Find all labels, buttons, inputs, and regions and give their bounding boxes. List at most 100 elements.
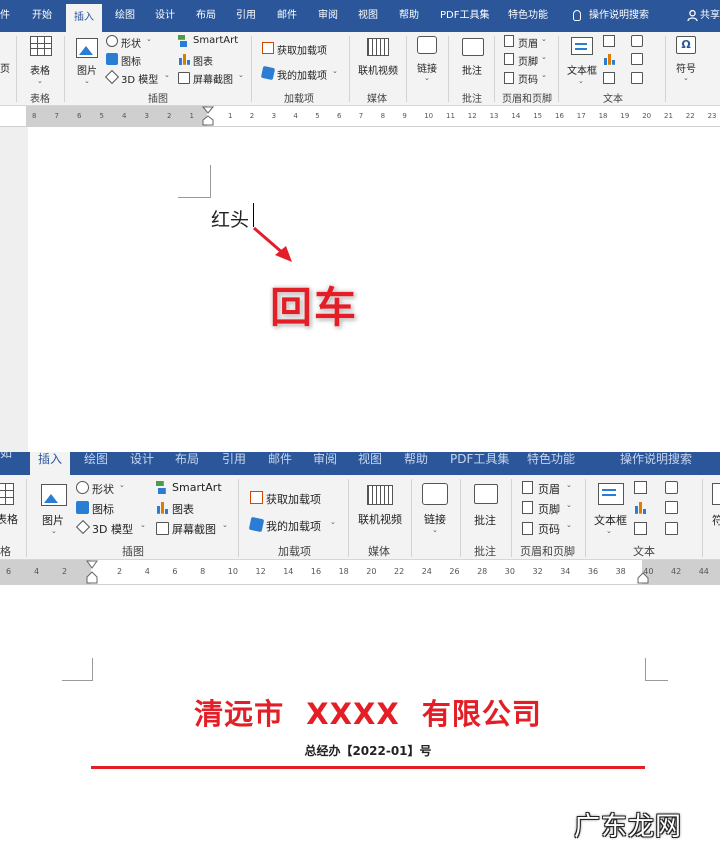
tab-design-cut[interactable]: 设计 xyxy=(130,452,154,475)
ruler-tick-label: 34 xyxy=(560,567,571,576)
tab-draw[interactable]: 绘图 xyxy=(115,0,135,32)
icons-button[interactable]: 图标 xyxy=(121,53,141,68)
tab-layout-cut[interactable]: 布局 xyxy=(175,452,199,475)
tell-me-search[interactable]: 操作说明搜索 xyxy=(589,0,649,32)
tab-references[interactable]: 引用 xyxy=(236,0,256,32)
tell-me-search-cut[interactable]: 操作说明搜索 xyxy=(620,452,692,475)
ruler-tick-label: 23 xyxy=(707,112,717,120)
tab-review[interactable]: 审阅 xyxy=(318,0,338,32)
share-button[interactable]: 共享 xyxy=(700,0,720,32)
tab-draw-cut[interactable]: 绘图 xyxy=(84,452,108,475)
table-button[interactable]: 表格 xyxy=(30,62,50,77)
link-button[interactable]: 链接 xyxy=(424,511,446,527)
cube-icon xyxy=(104,69,120,85)
link-button[interactable]: 链接 xyxy=(417,60,437,75)
quickparts-icon xyxy=(603,35,615,47)
ruler-tick-label: 2 xyxy=(117,567,123,576)
ruler-tick-label: 17 xyxy=(576,112,586,120)
picture-button[interactable]: 图片 xyxy=(77,62,97,77)
tab-file[interactable]: 件 xyxy=(0,0,10,32)
ruler-tick-label: 26 xyxy=(449,567,460,576)
document-page-top[interactable]: 红头 回车 xyxy=(0,127,720,452)
symbol-button[interactable]: 符号 xyxy=(676,60,696,75)
dropcap-icon xyxy=(634,522,647,535)
horizontal-ruler-bottom[interactable]: 6 4 2 2 4 6 8 10 12 14 16 18 20 22 24 26 28 30 32 34 36 38 40 4… xyxy=(0,560,720,585)
comment-button[interactable]: 批注 xyxy=(462,62,482,77)
tab-review-cut[interactable]: 审阅 xyxy=(313,452,337,475)
horizontal-ruler[interactable]: 8 7 6 5 4 3 2 1 1 2 3 4 5 6 7 8 9 10 11 12 13 14 15 16 17 18 19 20 2… xyxy=(0,106,720,127)
header-icon xyxy=(522,481,533,494)
3d-model-button[interactable]: 3D 模型 xyxy=(92,521,133,537)
share-person-icon xyxy=(687,10,698,21)
footer-button[interactable]: 页脚 xyxy=(538,501,560,517)
tab-insert[interactable]: 插入 xyxy=(66,4,102,32)
tab-mailings-cut[interactable]: 邮件 xyxy=(268,452,292,475)
tab-help-cut[interactable]: 帮助 xyxy=(404,452,428,475)
icons-button[interactable]: 图标 xyxy=(92,501,114,517)
ruler-tick-label: 7 xyxy=(358,112,364,120)
tab-pdf-tools[interactable]: PDF工具集 xyxy=(440,0,489,32)
tab-special-cut[interactable]: 特色功能 xyxy=(527,452,575,475)
dropcap-icon xyxy=(603,72,615,84)
online-video-button[interactable]: 联机视频 xyxy=(358,511,402,527)
header-button[interactable]: 页眉 xyxy=(518,35,538,50)
ruler-tick-label: 19 xyxy=(620,112,630,120)
online-video-button[interactable]: 联机视频 xyxy=(358,62,398,77)
ruler-tick-label: 8 xyxy=(32,112,37,120)
indent-marker-icon[interactable] xyxy=(202,106,214,126)
my-addins-button[interactable]: 我的加载项 xyxy=(277,67,327,82)
tab-view[interactable]: 视图 xyxy=(358,0,378,32)
chart-button[interactable]: 图表 xyxy=(193,53,213,68)
indent-marker-icon[interactable] xyxy=(86,560,98,584)
ruler-tick-label: 20 xyxy=(366,567,377,576)
tab-design[interactable]: 设计 xyxy=(155,0,175,32)
page-number-button[interactable]: 页码 xyxy=(538,521,560,537)
ruler-tick-label: 1 xyxy=(189,112,194,120)
chart-button[interactable]: 图表 xyxy=(172,501,194,517)
tab-special[interactable]: 特色功能 xyxy=(508,0,548,32)
page-number-button[interactable]: 页码 xyxy=(518,71,538,86)
screenshot-button[interactable]: 屏幕截图 xyxy=(172,521,216,537)
textbox-button[interactable]: 文本框 xyxy=(567,62,597,77)
tab-layout[interactable]: 布局 xyxy=(196,0,216,32)
textbox-button[interactable]: 文本框 xyxy=(594,512,627,528)
tab-insert-cut[interactable]: 插入 xyxy=(30,452,71,475)
ruler-tick-label: 10 xyxy=(227,567,238,576)
shapes-button[interactable]: 形状 xyxy=(92,481,114,497)
table-button[interactable]: 表格 xyxy=(0,511,18,527)
symbol-button-cut[interactable]: 符 xyxy=(712,512,720,528)
smartart-button[interactable]: SmartArt xyxy=(193,35,238,46)
tab-home[interactable]: 开始 xyxy=(32,0,52,32)
header-button[interactable]: 页眉 xyxy=(538,481,560,497)
ruler-tick-label: 12 xyxy=(255,567,266,576)
object-icon xyxy=(631,72,643,84)
tab-mailings[interactable]: 邮件 xyxy=(277,0,297,32)
get-addins-button[interactable]: 获取加载项 xyxy=(277,42,327,57)
ruler-tick-label: 6 xyxy=(337,112,342,120)
footer-button[interactable]: 页脚 xyxy=(518,53,538,68)
shapes-button[interactable]: 形状 xyxy=(121,35,141,50)
picture-button[interactable]: 图片 xyxy=(42,512,64,528)
3d-model-button[interactable]: 3D 模型 xyxy=(121,71,158,86)
tab-view-cut[interactable]: 视图 xyxy=(358,452,382,475)
textbox-icon xyxy=(598,483,624,505)
ruler-tick-label: 32 xyxy=(532,567,543,576)
smartart-button[interactable]: SmartArt xyxy=(172,481,222,494)
group-illustrations-label: 插图 xyxy=(148,94,168,105)
ruler-tick-label: 13 xyxy=(489,112,499,120)
screenshot-button[interactable]: 屏幕截图 xyxy=(193,71,233,86)
ruler-tick-label: 11 xyxy=(446,112,455,120)
get-addins-button[interactable]: 获取加载项 xyxy=(266,491,321,507)
tab-help[interactable]: 帮助 xyxy=(399,0,419,32)
screenshot-icon xyxy=(156,522,169,535)
tab-references-cut[interactable]: 引用 xyxy=(222,452,246,475)
ruler-tick-label: 18 xyxy=(598,112,608,120)
group-text-label: 文本 xyxy=(603,94,623,105)
crop-mark xyxy=(178,165,211,198)
ruler-tick-label: 36 xyxy=(587,567,599,576)
my-addins-button[interactable]: 我的加载项 xyxy=(266,518,321,534)
right-indent-marker-icon[interactable] xyxy=(637,572,649,584)
ruler-tick-label: 9 xyxy=(402,112,407,120)
comment-button[interactable]: 批注 xyxy=(474,512,496,528)
tab-pdf-tools-cut[interactable]: PDF工具集 xyxy=(450,452,509,475)
